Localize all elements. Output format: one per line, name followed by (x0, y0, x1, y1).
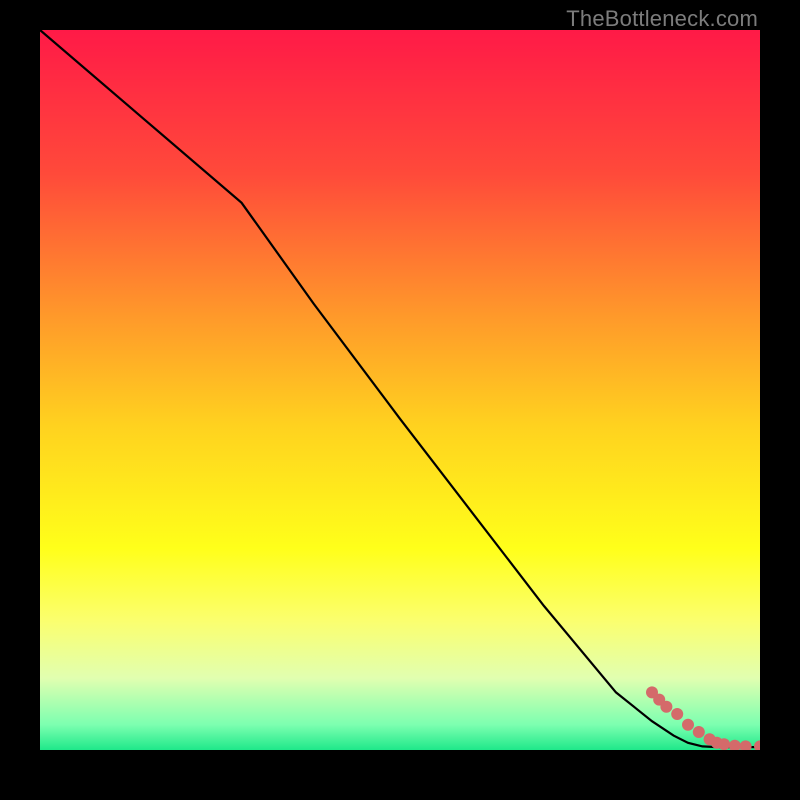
tail-marker (693, 726, 705, 738)
tail-marker (660, 701, 672, 713)
gradient-background (40, 30, 760, 750)
plot-svg (40, 30, 760, 750)
watermark-text: TheBottleneck.com (566, 6, 758, 32)
tail-marker (682, 719, 694, 731)
plot-area (40, 30, 760, 750)
tail-marker (718, 738, 730, 750)
tail-marker (671, 708, 683, 720)
chart-stage: TheBottleneck.com (0, 0, 800, 800)
